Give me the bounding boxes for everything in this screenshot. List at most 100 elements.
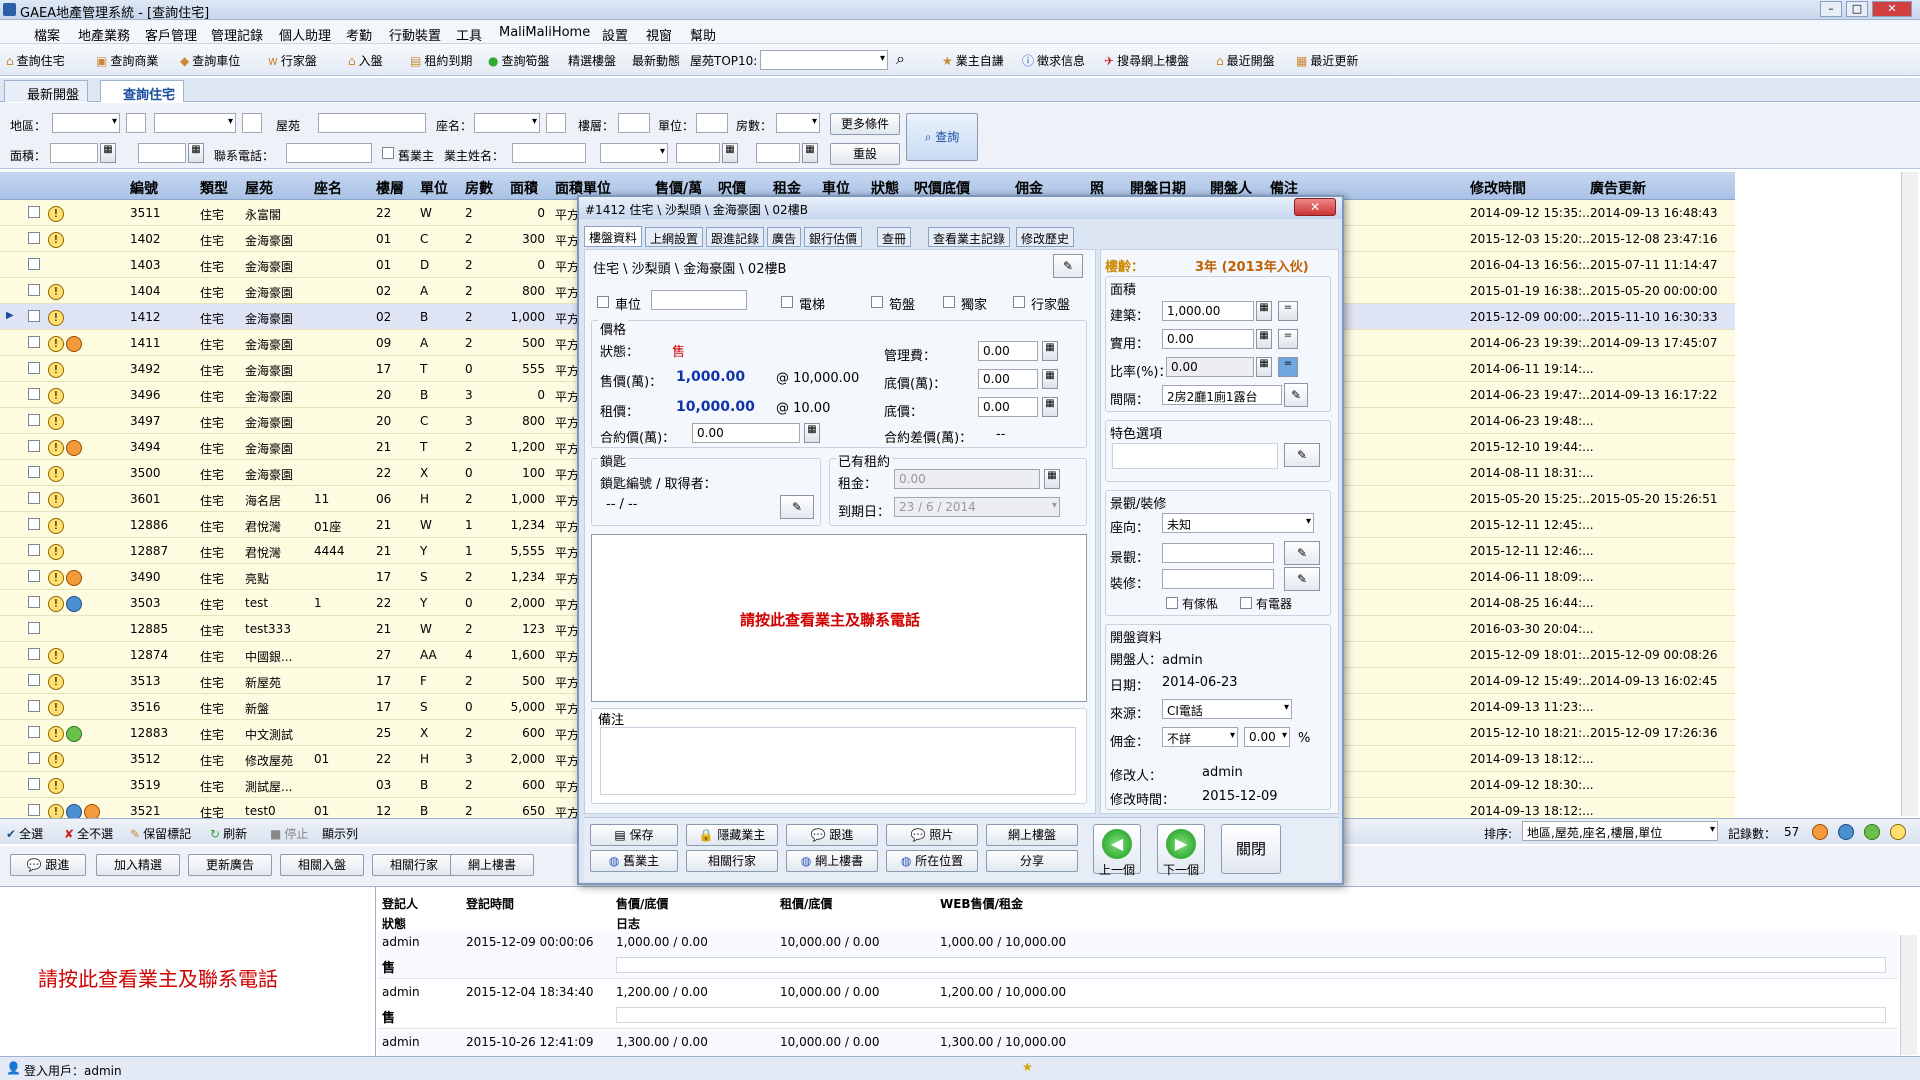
size-min-input[interactable] [50, 143, 98, 163]
appliance-checkbox[interactable] [1240, 597, 1252, 609]
tb-owner[interactable]: ★ 業主自謙 [942, 52, 1004, 69]
menu-mobile[interactable]: 行動裝置 [389, 25, 441, 44]
menu-attendance[interactable]: 考勤 [346, 25, 372, 44]
tb-residential[interactable]: ⌂ 查詢住宅 [6, 52, 65, 69]
row-checkbox[interactable] [28, 700, 40, 712]
dialog-close-bottom-button[interactable]: 關閉 [1221, 824, 1281, 874]
add-selected-button[interactable]: 加入精選 [96, 854, 180, 876]
equals-button[interactable]: = [1278, 357, 1298, 377]
furniture-checkbox[interactable] [1166, 597, 1178, 609]
owner-notice[interactable]: 請按此查看業主及聯系電話 [38, 963, 278, 992]
online-brochure-button[interactable]: 網上樓書 [450, 854, 534, 876]
area-select[interactable] [52, 113, 120, 133]
floor-price-input[interactable]: 0.00 [978, 369, 1038, 389]
view-input[interactable] [1162, 543, 1274, 563]
menu-records[interactable]: 管理記錄 [211, 25, 263, 44]
tb-news[interactable]: 最新動態 [632, 52, 680, 69]
edit-layout-button[interactable]: ✎ [1284, 383, 1308, 407]
commission-select[interactable]: 不詳 [1162, 727, 1238, 747]
edit-feature-button[interactable]: ✎ [1284, 443, 1320, 467]
calculator-icon[interactable]: ▦ [1256, 357, 1272, 377]
top10-select[interactable] [760, 50, 888, 70]
owner-notice-box[interactable]: 請按此查看業主及聯系電話 [591, 534, 1087, 702]
col-modified[interactable]: 修改時間 [1470, 178, 1526, 198]
edit-keys-button[interactable]: ✎ [780, 495, 814, 519]
calculator-icon[interactable]: ▦ [1042, 397, 1058, 417]
dtab-owner-records[interactable]: 查看業主記錄 [928, 227, 1011, 247]
row-checkbox[interactable] [28, 492, 40, 504]
menu-malimali[interactable]: MaliMaliHome [499, 25, 590, 40]
area-picker-button[interactable] [126, 113, 146, 133]
close-window-button[interactable]: ✕ [1872, 1, 1912, 17]
dtab-valuation[interactable]: 銀行估價 [804, 227, 863, 247]
filter-sale-icon[interactable] [1812, 824, 1828, 840]
calculator-icon[interactable]: ▦ [100, 143, 116, 163]
agency-checkbox[interactable] [1013, 296, 1025, 308]
photos-button[interactable]: 💬 照片 [886, 824, 978, 846]
row-checkbox[interactable] [28, 596, 40, 608]
col-estate[interactable]: 屋苑 [245, 178, 273, 198]
row-checkbox[interactable] [28, 544, 40, 556]
search-icon[interactable]: ⌕ [896, 49, 905, 69]
parking-input[interactable] [651, 290, 747, 310]
rooms-select[interactable] [776, 113, 820, 133]
maximize-button[interactable]: □ [1846, 1, 1868, 17]
online-listing-button[interactable]: 網上樓盤 [986, 824, 1078, 846]
rent-floor-input[interactable]: 0.00 [978, 397, 1038, 417]
filter-both-icon[interactable] [1864, 824, 1880, 840]
sort-select[interactable]: 地區,屋苑,座名,樓層,單位 [1522, 821, 1718, 841]
lease-due-input[interactable]: 23 / 6 / 2014 [894, 497, 1060, 517]
calculator-icon[interactable]: ▦ [1044, 469, 1060, 489]
row-checkbox[interactable] [28, 466, 40, 478]
bargain-checkbox[interactable] [871, 296, 883, 308]
tb-parking[interactable]: ◆ 查詢車位 [180, 52, 240, 69]
tb-recent-update[interactable]: ▦ 最近更新 [1296, 52, 1358, 69]
tb-agency[interactable]: w 行家盤 [268, 52, 317, 69]
menu-window[interactable]: 視窗 [646, 25, 672, 44]
followup-button[interactable]: 💬 跟進 [786, 824, 878, 846]
menu-tools[interactable]: 工具 [456, 25, 482, 44]
related-listings-button[interactable]: 相關入盤 [280, 854, 364, 876]
management-fee-input[interactable]: 0.00 [978, 341, 1038, 361]
floor-input[interactable] [618, 113, 650, 133]
equals-button[interactable]: = [1278, 329, 1298, 349]
source-select[interactable]: CI電話 [1162, 699, 1292, 719]
row-checkbox[interactable] [28, 232, 40, 244]
row-checkbox[interactable] [28, 206, 40, 218]
owner-notice-area[interactable]: 請按此查看業主及聯系電話 [0, 887, 376, 1057]
history-log-field[interactable] [616, 957, 1886, 973]
row-checkbox[interactable] [28, 648, 40, 660]
calculator-icon[interactable]: ▦ [804, 423, 820, 443]
dtab-online[interactable]: 上網設置 [645, 227, 704, 247]
related-agencies-button[interactable]: 相關行家 [372, 854, 456, 876]
contract-price-input[interactable]: 0.00 [692, 423, 800, 443]
calculator-icon[interactable]: ▦ [802, 143, 818, 163]
calculator-icon[interactable]: ▦ [1042, 369, 1058, 389]
unit-input[interactable] [696, 113, 728, 133]
owner-name-input[interactable] [512, 143, 586, 163]
lease-rent-input[interactable]: 0.00 [894, 469, 1040, 489]
old-owner-checkbox[interactable] [382, 147, 394, 159]
menu-business[interactable]: 地產業務 [78, 25, 130, 44]
col-block[interactable]: 座名 [314, 178, 342, 198]
menu-assistant[interactable]: 個人助理 [279, 25, 331, 44]
dtab-ads[interactable]: 廣告 [767, 227, 802, 247]
parking-checkbox[interactable] [597, 296, 609, 308]
dialog-owner-notice[interactable]: 請按此查看業主及聯系電話 [740, 609, 920, 630]
district-select[interactable] [154, 113, 236, 133]
col-size[interactable]: 面積 [510, 178, 538, 198]
edit-view-button[interactable]: ✎ [1284, 541, 1320, 565]
estate-input[interactable] [318, 113, 426, 133]
show-columns-button[interactable]: 顯示列 [322, 825, 358, 842]
related-agencies-button[interactable]: 相關行家 [686, 850, 778, 872]
row-checkbox[interactable] [28, 284, 40, 296]
reset-button[interactable]: 重設 [830, 143, 900, 165]
grid-scrollbar[interactable] [1901, 172, 1918, 816]
row-checkbox[interactable] [28, 336, 40, 348]
row-checkbox[interactable] [28, 388, 40, 400]
hide-owner-button[interactable]: 🔒 隱藏業主 [686, 824, 778, 846]
facing-select[interactable]: 未知 [1162, 513, 1314, 533]
row-checkbox[interactable] [28, 674, 40, 686]
share-button[interactable]: 分享 [986, 850, 1078, 872]
row-checkbox[interactable] [28, 414, 40, 426]
